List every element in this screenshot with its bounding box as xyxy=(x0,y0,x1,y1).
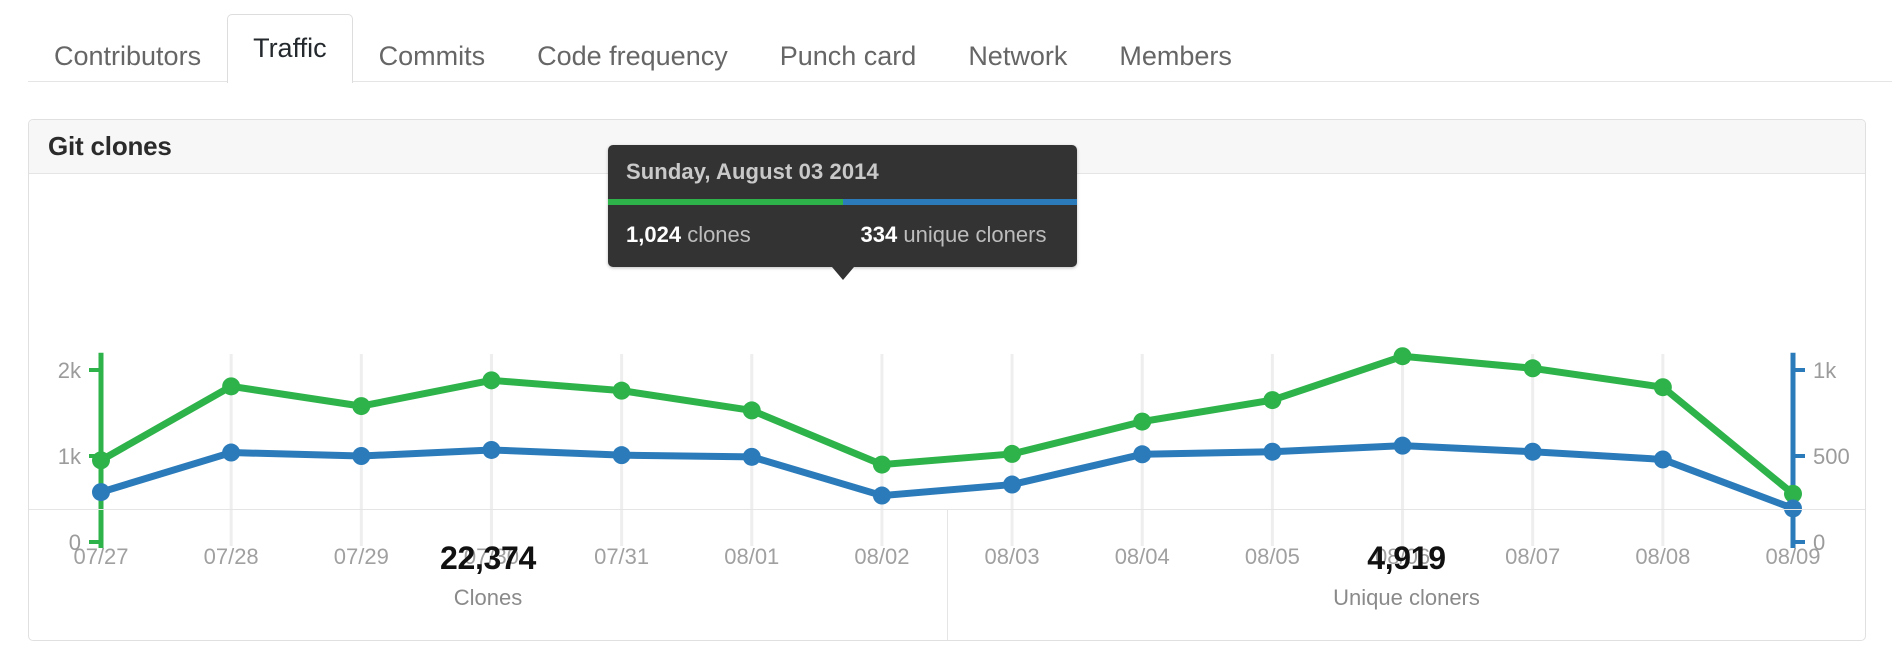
stat-unique-cloners: 4,919 Unique cloners xyxy=(947,510,1865,640)
data-point[interactable] xyxy=(222,377,241,396)
chart-tooltip-live: Sunday, August 03 2014 1,024 clones 334 … xyxy=(608,145,1077,280)
data-point[interactable] xyxy=(352,447,371,465)
data-point[interactable] xyxy=(1653,378,1672,397)
data-point[interactable] xyxy=(222,443,241,462)
tab-network[interactable]: Network xyxy=(942,28,1093,82)
tooltip-clones-value: 1,024 xyxy=(626,222,682,247)
stat-clones: 22,374 Clones xyxy=(29,510,947,640)
data-point[interactable] xyxy=(1393,347,1412,366)
data-point[interactable] xyxy=(1523,359,1542,378)
tab-traffic[interactable]: Traffic xyxy=(227,14,353,83)
data-point[interactable] xyxy=(872,486,891,505)
left-axis-tick-2k: 2k xyxy=(58,358,82,383)
data-point[interactable] xyxy=(1003,444,1022,463)
data-point[interactable] xyxy=(1523,442,1542,461)
card-footer-stats: 22,374 Clones 4,919 Unique cloners xyxy=(29,509,1865,640)
traffic-page: Contributors Traffic Commits Code frequency… xyxy=(0,0,1892,658)
data-point[interactable] xyxy=(1263,391,1282,410)
tooltip-row-clones: 1,024 clones xyxy=(608,205,843,267)
data-point[interactable] xyxy=(1653,450,1672,469)
data-point[interactable] xyxy=(612,381,631,400)
data-point[interactable] xyxy=(482,371,501,390)
stat-label: Unique cloners xyxy=(1333,584,1480,610)
repo-graphs-tabnav: Contributors Traffic Commits Code frequency… xyxy=(0,0,1892,83)
tab-punch-card[interactable]: Punch card xyxy=(754,28,943,82)
data-point[interactable] xyxy=(1133,412,1152,431)
stat-value: 4,919 xyxy=(1367,539,1446,576)
data-point[interactable] xyxy=(742,447,761,466)
data-point[interactable] xyxy=(482,440,501,459)
data-point[interactable] xyxy=(1263,442,1282,461)
left-axis-tick-1k: 1k xyxy=(58,444,82,469)
data-point[interactable] xyxy=(742,401,761,420)
tooltip-rows: 1,024 clones 334 unique cloners xyxy=(608,205,1077,267)
data-point[interactable] xyxy=(92,483,110,502)
tooltip-date: Sunday, August 03 2014 xyxy=(626,159,879,184)
page-title: Git clones xyxy=(48,131,172,161)
tooltip-row-unique-cloners: 334 unique cloners xyxy=(843,205,1078,267)
tooltip-arrow xyxy=(831,267,854,280)
data-point[interactable] xyxy=(1393,436,1412,455)
stat-label: Clones xyxy=(453,584,523,610)
tooltip-clones-label: clones xyxy=(687,222,751,247)
tab-commits[interactable]: Commits xyxy=(353,28,512,82)
chart-series xyxy=(92,347,1802,518)
tooltip-unique-cloners-label: unique cloners xyxy=(903,222,1047,247)
tab-contributors[interactable]: Contributors xyxy=(28,28,227,82)
stat-value: 22,374 xyxy=(439,539,537,576)
tooltip-unique-cloners-value: 334 xyxy=(860,222,898,247)
data-point[interactable] xyxy=(612,446,631,465)
data-point[interactable] xyxy=(92,451,110,470)
right-axis-tick-1k: 1k xyxy=(1813,358,1837,383)
right-axis-tick-500: 500 xyxy=(1813,444,1850,469)
tab-code-frequency[interactable]: Code frequency xyxy=(511,28,754,82)
data-point[interactable] xyxy=(1003,475,1022,494)
tab-members[interactable]: Members xyxy=(1093,28,1258,82)
data-point[interactable] xyxy=(352,397,371,416)
data-point[interactable] xyxy=(872,455,891,474)
tab-list: Contributors Traffic Commits Code frequency… xyxy=(28,14,1258,83)
data-point[interactable] xyxy=(1133,445,1152,464)
series-line-clones xyxy=(97,352,1797,498)
